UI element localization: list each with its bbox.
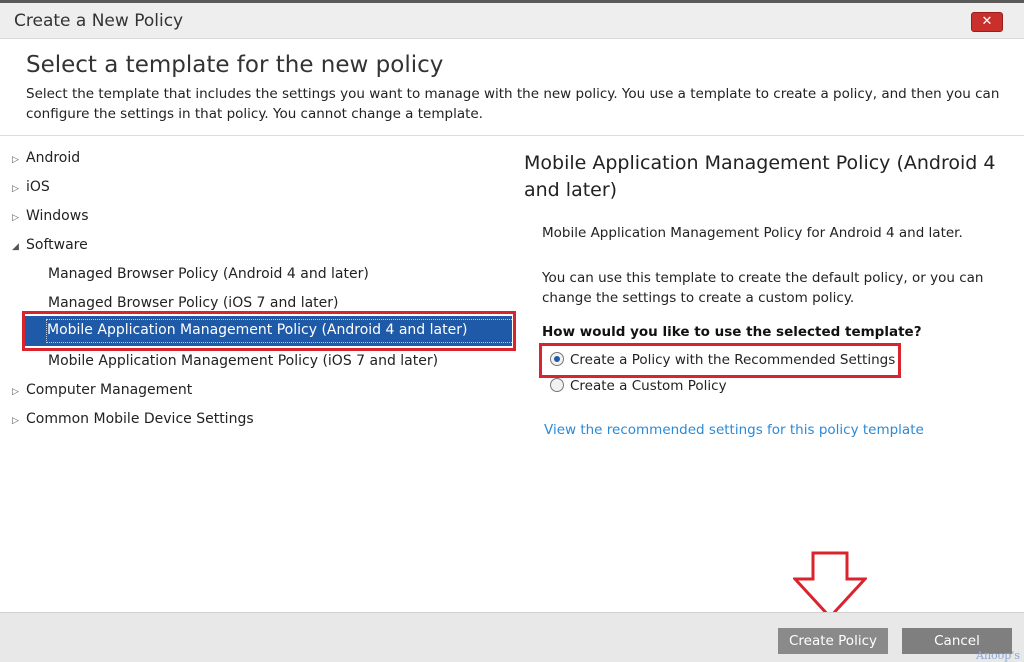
tree-item-common-mobile-device-settings[interactable]: ▷ Common Mobile Device Settings: [12, 411, 254, 427]
watermark-text: Anoop's: [976, 649, 1020, 662]
template-usage-question: How would you like to use the selected t…: [542, 324, 922, 340]
tree-item-mam-ios[interactable]: Mobile Application Management Policy (iO…: [48, 353, 438, 369]
tree-item-software[interactable]: ◢ Software: [12, 237, 88, 253]
down-arrow-annotation-icon: [793, 551, 867, 619]
details-summary: Mobile Application Management Policy for…: [542, 225, 963, 241]
page-header: Select a template for the new policy Sel…: [0, 40, 1024, 136]
option-custom-policy[interactable]: Create a Custom Policy: [550, 378, 727, 394]
view-recommended-settings-link[interactable]: View the recommended settings for this p…: [544, 422, 924, 438]
radio-unselected-icon[interactable]: [550, 378, 564, 392]
tree-item-managed-browser-android[interactable]: Managed Browser Policy (Android 4 and la…: [48, 266, 369, 282]
create-policy-button[interactable]: Create Policy: [778, 628, 888, 654]
expand-arrow-icon[interactable]: ▷: [12, 184, 26, 194]
details-title: Mobile Application Management Policy (An…: [524, 152, 996, 201]
title-bar: Create a New Policy ✕: [0, 3, 1024, 39]
expand-arrow-icon[interactable]: ▷: [12, 155, 26, 165]
details-info: You can use this template to create the …: [542, 270, 984, 306]
close-button[interactable]: ✕: [971, 12, 1003, 32]
dialog-footer: Create Policy Cancel: [0, 612, 1024, 662]
tree-item-android[interactable]: ▷ Android: [12, 150, 80, 166]
page-description: Select the template that includes the se…: [26, 86, 1000, 122]
tree-item-ios[interactable]: ▷ iOS: [12, 179, 50, 195]
page-title: Select a template for the new policy: [26, 52, 444, 78]
highlight-box-selected-template: [22, 311, 516, 351]
tree-item-windows[interactable]: ▷ Windows: [12, 208, 89, 224]
tree-item-computer-management[interactable]: ▷ Computer Management: [12, 382, 192, 398]
highlight-box-recommended-option: [539, 343, 901, 378]
expand-arrow-icon[interactable]: ▷: [12, 213, 26, 223]
expand-arrow-icon[interactable]: ▷: [12, 387, 26, 397]
window-title: Create a New Policy: [14, 11, 184, 31]
expand-arrow-icon[interactable]: ▷: [12, 416, 26, 426]
collapse-arrow-icon[interactable]: ◢: [12, 242, 26, 252]
close-icon: ✕: [981, 14, 993, 29]
tree-item-managed-browser-ios[interactable]: Managed Browser Policy (iOS 7 and later): [48, 295, 339, 311]
